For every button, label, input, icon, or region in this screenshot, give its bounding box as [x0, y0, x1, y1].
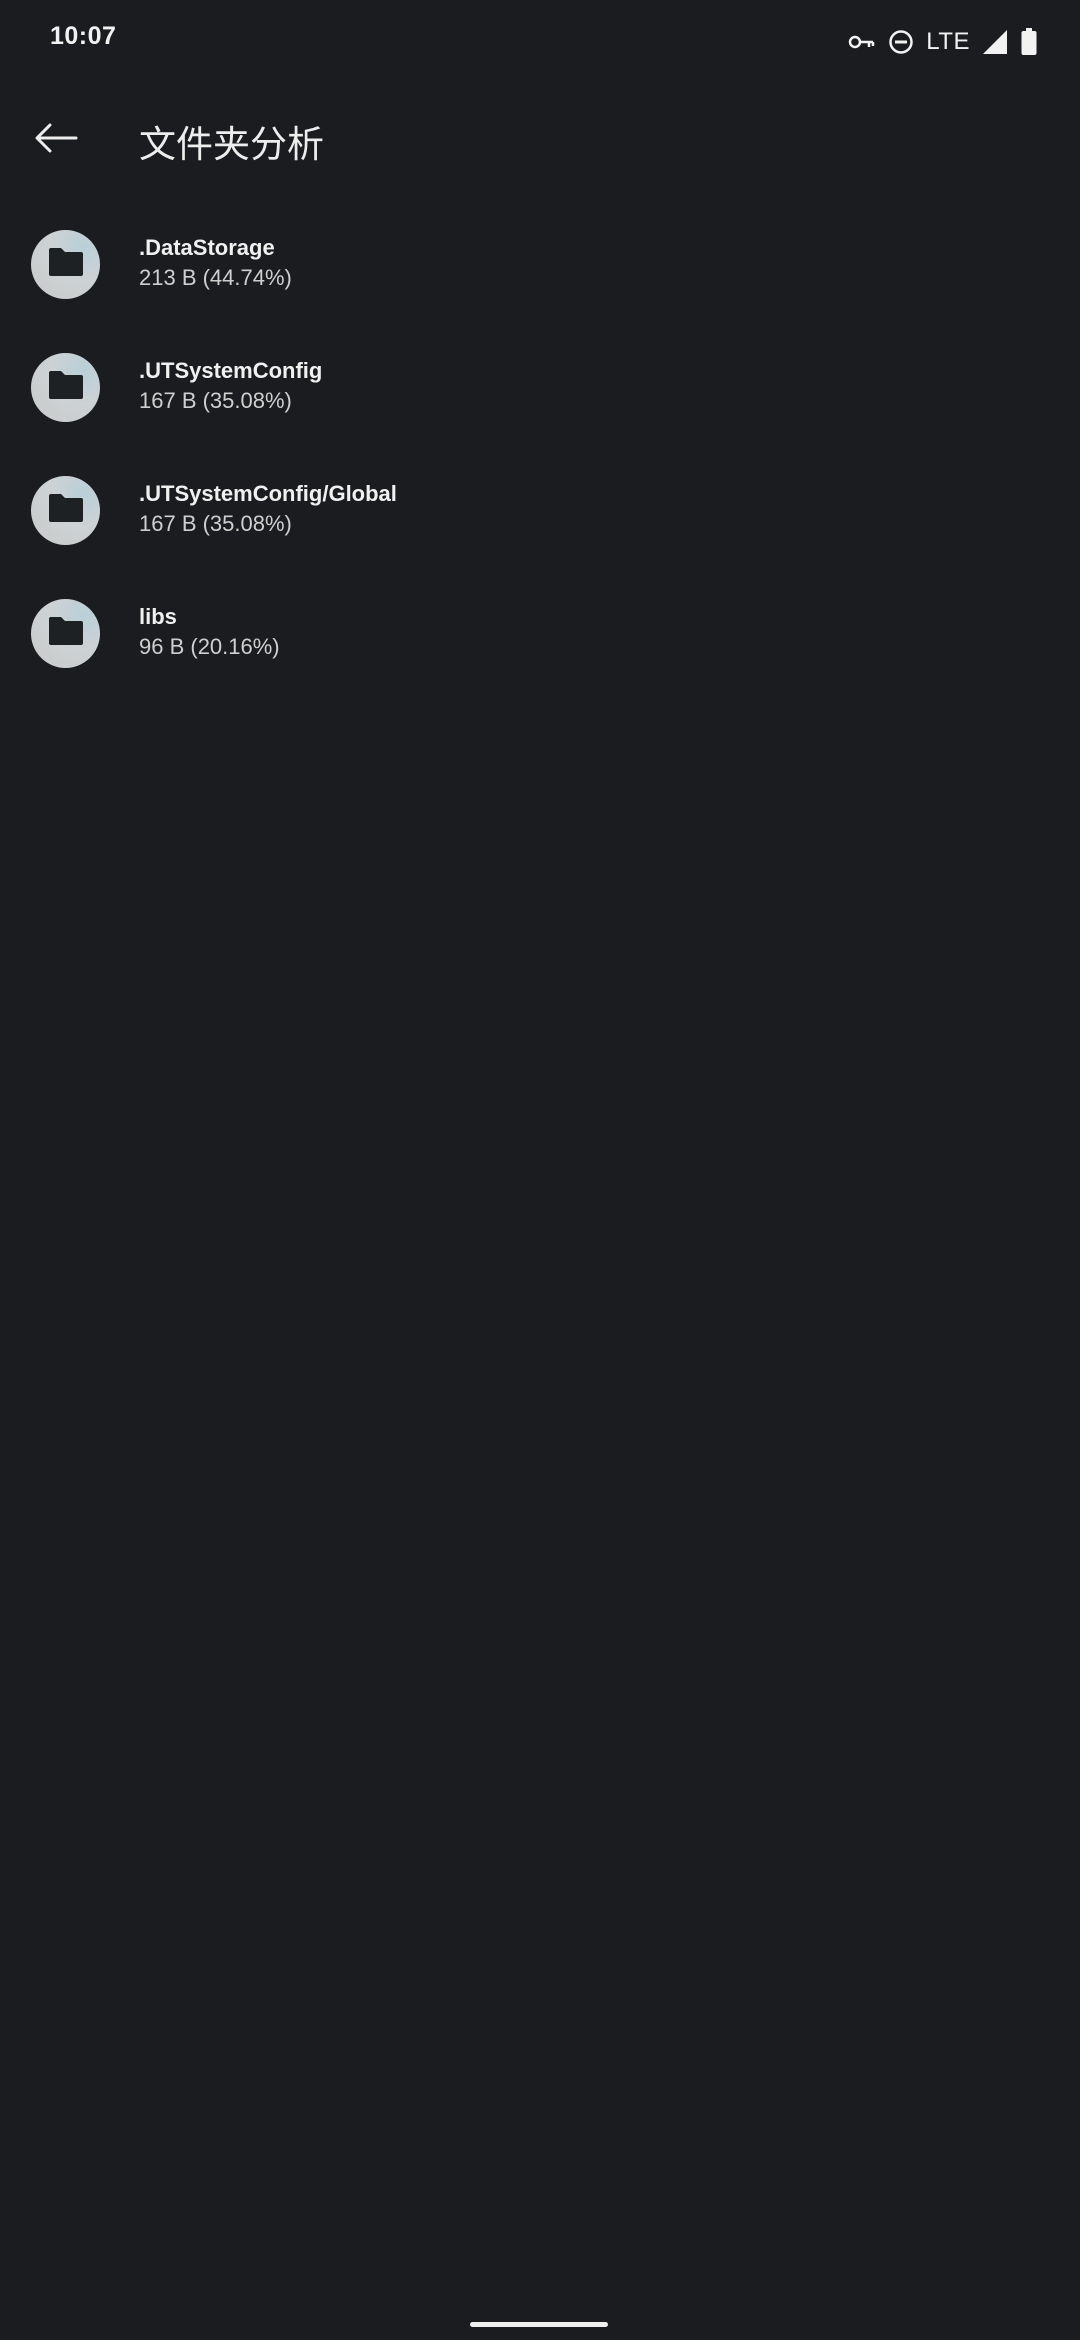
folder-name: .UTSystemConfig/Global	[139, 481, 397, 506]
signal-icon	[982, 29, 1008, 55]
network-type: LTE	[926, 28, 970, 55]
app-bar: 文件夹分析	[0, 84, 1080, 196]
list-item[interactable]: .DataStorage 213 B (44.74%)	[0, 205, 1080, 328]
folder-size: 213 B (44.74%)	[139, 265, 292, 290]
page-title: 文件夹分析	[139, 123, 324, 166]
folder-avatar	[31, 476, 100, 545]
folder-size: 167 B (35.08%)	[139, 511, 292, 536]
folder-list: .DataStorage 213 B (44.74%) .UTSystemCon…	[0, 205, 1080, 697]
status-icons: LTE	[848, 24, 1038, 60]
folder-avatar	[31, 599, 100, 668]
folder-icon	[47, 616, 85, 651]
list-item[interactable]: libs 96 B (20.16%)	[0, 574, 1080, 697]
list-item[interactable]: .UTSystemConfig 167 B (35.08%)	[0, 328, 1080, 451]
folder-size: 167 B (35.08%)	[139, 388, 292, 413]
arrow-back-icon	[34, 122, 78, 159]
status-bar: 10:07 LTE	[0, 0, 1080, 84]
folder-avatar	[31, 230, 100, 299]
folder-name: libs	[139, 604, 177, 629]
status-time: 10:07	[50, 22, 117, 50]
folder-icon	[47, 493, 85, 528]
folder-icon	[47, 370, 85, 405]
battery-icon	[1020, 27, 1038, 57]
folder-icon	[47, 247, 85, 282]
back-button[interactable]	[24, 108, 88, 172]
folder-name: .DataStorage	[139, 235, 275, 260]
folder-size: 96 B (20.16%)	[139, 634, 280, 659]
folder-avatar	[31, 353, 100, 422]
list-item[interactable]: .UTSystemConfig/Global 167 B (35.08%)	[0, 451, 1080, 574]
vpn-key-icon	[848, 32, 876, 52]
folder-name: .UTSystemConfig	[139, 358, 323, 383]
do-not-disturb-icon	[888, 29, 914, 55]
gesture-nav-handle[interactable]	[470, 2322, 608, 2327]
